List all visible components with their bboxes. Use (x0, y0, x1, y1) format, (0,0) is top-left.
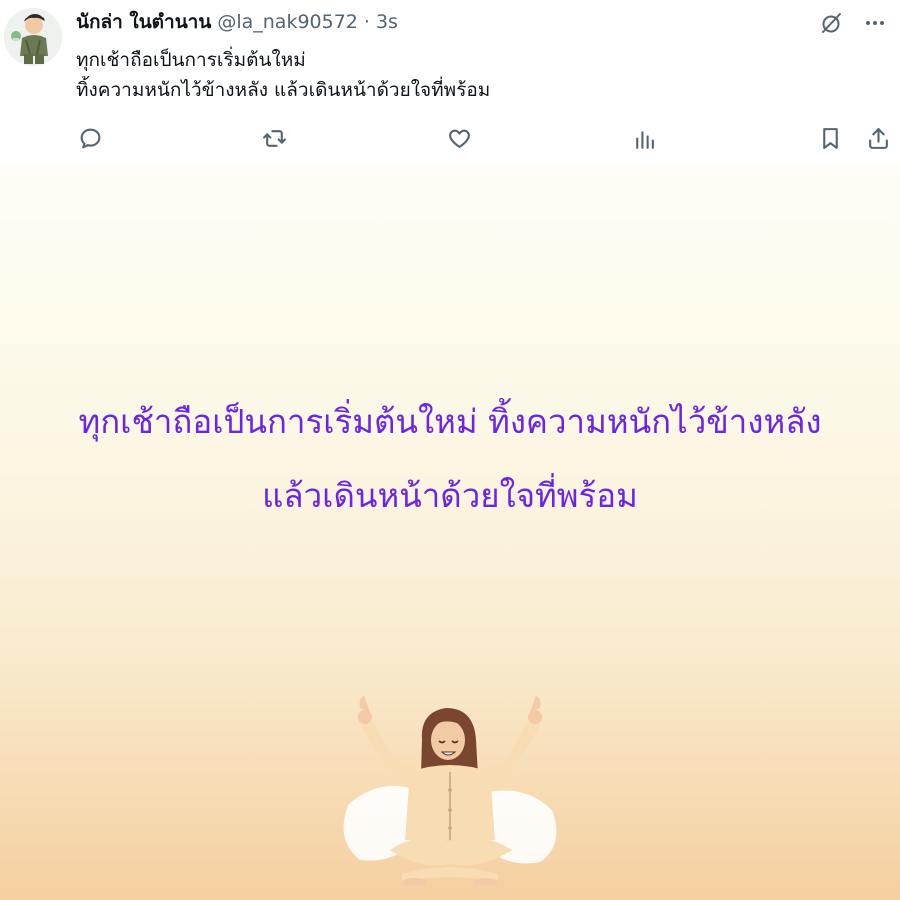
like-icon[interactable] (443, 122, 475, 154)
share-icon[interactable] (862, 122, 894, 154)
grok-icon[interactable] (816, 8, 846, 38)
avatar[interactable] (4, 8, 62, 66)
media-caption: ทุกเช้าถือเป็นการเริ่มต้นใหม่ ทิ้งความหน… (0, 385, 900, 533)
post-text-line: ทิ้งความหนักไว้ข้างหลัง แล้วเดินหน้าด้วย… (76, 79, 491, 101)
separator: · (363, 11, 370, 33)
more-icon[interactable] (860, 8, 890, 38)
author-line: นักล่า ในตำนาน @la_nak90572 · 3s (76, 9, 398, 35)
woman-stretching-illustration (343, 696, 557, 886)
reply-icon[interactable] (74, 122, 106, 154)
media-caption-line: ทุกเช้าถือเป็นการเริ่มต้นใหม่ ทิ้งความหน… (78, 402, 822, 441)
timestamp[interactable]: 3s (376, 11, 398, 33)
bookmark-icon[interactable] (814, 122, 846, 154)
post-text-line: ทุกเช้าถือเป็นการเริ่มต้นใหม่ (76, 49, 306, 71)
display-name[interactable]: นักล่า ในตำนาน (76, 7, 211, 37)
media-caption-line: แล้วเดินหน้าด้วยใจที่พร้อม (262, 476, 638, 515)
avatar-image (4, 8, 62, 66)
user-handle[interactable]: @la_nak90572 (217, 11, 358, 33)
post-header: นักล่า ในตำนาน @la_nak90572 · 3s ทุกเช้า… (0, 0, 900, 165)
post-top-icons (816, 8, 890, 38)
action-bar (0, 122, 900, 154)
post-media[interactable]: ทุกเช้าถือเป็นการเริ่มต้นใหม่ ทิ้งความหน… (0, 165, 900, 900)
views-icon[interactable] (628, 122, 660, 154)
repost-icon[interactable] (258, 122, 290, 154)
post-text: ทุกเช้าถือเป็นการเริ่มต้นใหม่ ทิ้งความหน… (76, 45, 796, 105)
